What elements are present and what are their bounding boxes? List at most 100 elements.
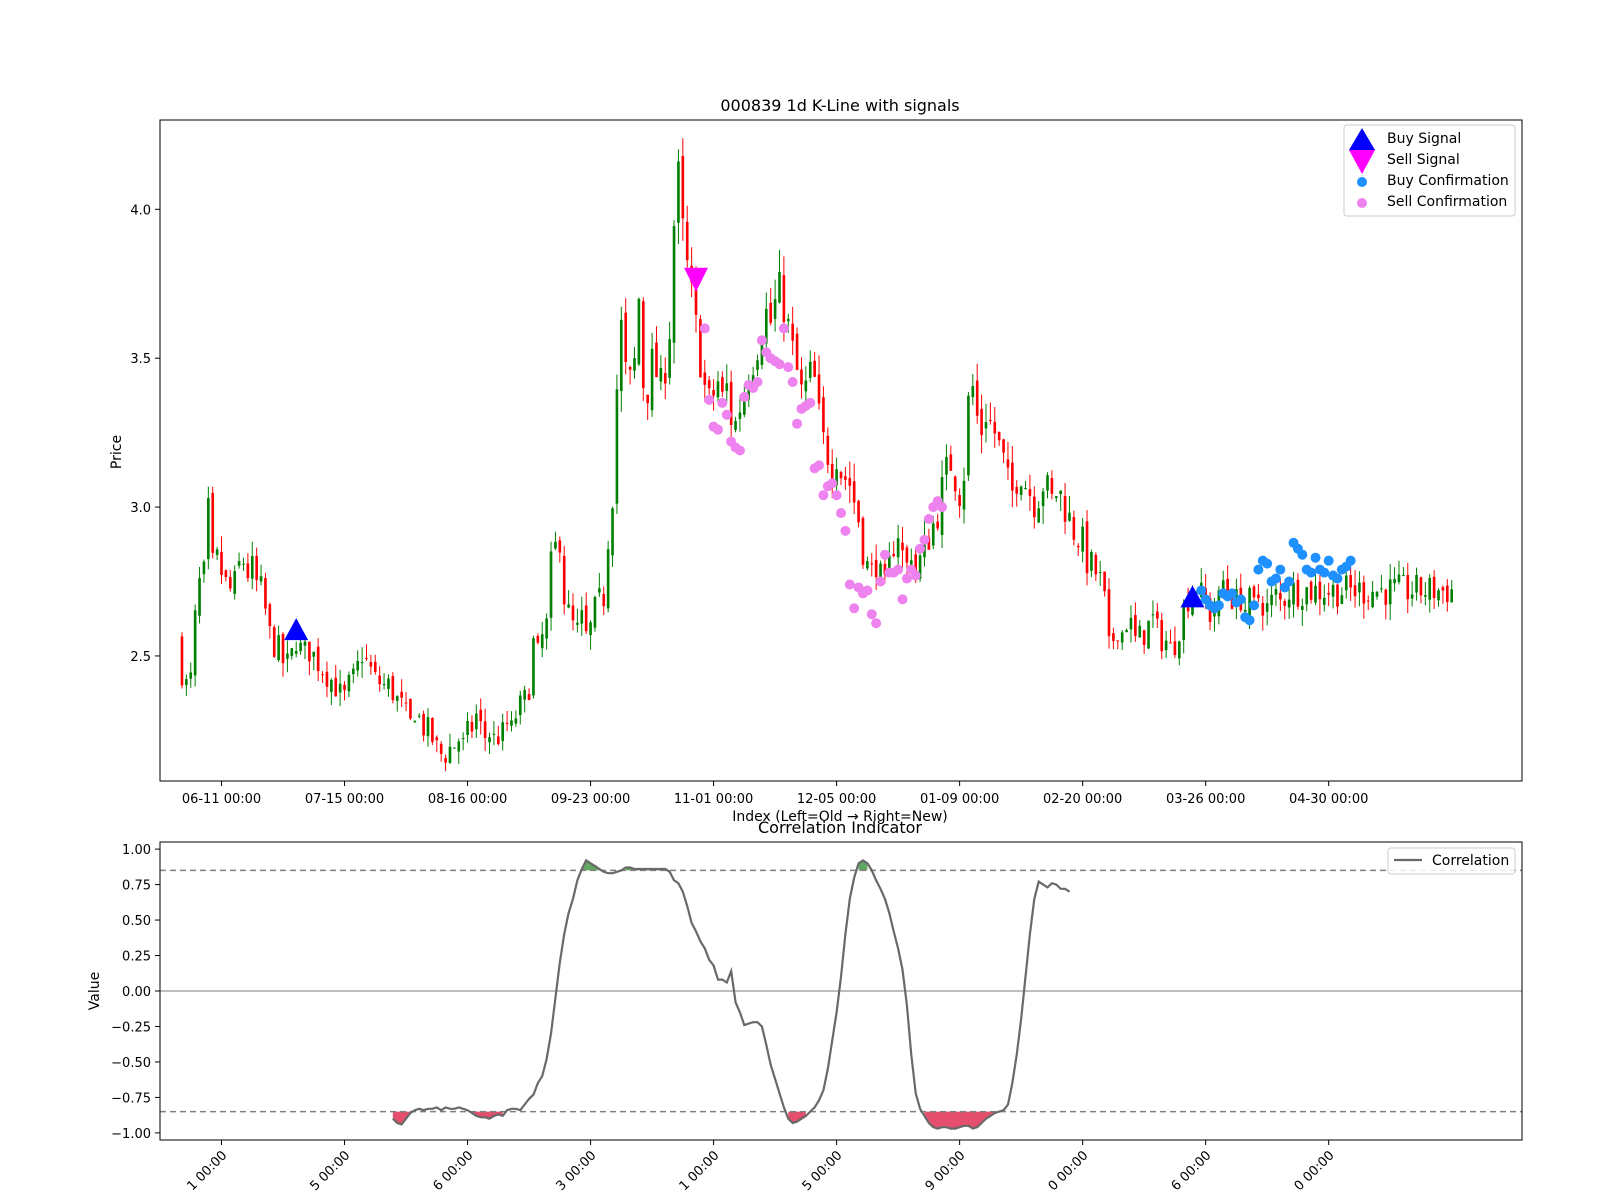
candle-body: [962, 480, 966, 510]
candle: [228, 570, 232, 592]
sell-confirmation-point: [734, 445, 745, 456]
candle-body: [189, 672, 193, 679]
candle: [417, 712, 421, 719]
candle-body: [202, 561, 206, 575]
candle-body: [1265, 603, 1269, 612]
candle-body: [896, 538, 900, 558]
candle-body: [387, 678, 390, 690]
candle-body: [1362, 582, 1366, 604]
candle: [1129, 605, 1133, 643]
candle-body: [211, 492, 215, 553]
kline-plot-frame: [159, 119, 1523, 782]
candle-body: [303, 641, 307, 646]
candle-body: [826, 435, 830, 465]
candle-body: [1125, 630, 1128, 633]
candle: [1050, 470, 1054, 500]
candle: [773, 279, 777, 332]
candle-body: [1107, 589, 1111, 637]
candle-body: [1046, 475, 1049, 491]
candle: [633, 346, 636, 379]
candle-body: [1336, 584, 1339, 607]
candle-body: [536, 635, 540, 643]
candle-body: [505, 722, 509, 724]
buy-confirmation-point: [1227, 588, 1238, 599]
candle: [1419, 576, 1423, 604]
candle-body: [220, 551, 223, 575]
candle: [246, 553, 250, 582]
candle: [699, 314, 702, 378]
candle: [448, 733, 452, 764]
candle: [1063, 483, 1067, 535]
candle: [387, 674, 390, 697]
candle: [483, 708, 487, 751]
candle: [343, 681, 346, 701]
candle: [255, 547, 258, 592]
candle-body: [721, 377, 724, 392]
candle-body: [778, 271, 781, 303]
candle-body: [712, 389, 715, 396]
candle-body: [242, 563, 245, 565]
candle-body: [532, 638, 535, 696]
candle-body: [492, 733, 496, 735]
candle: [409, 698, 412, 721]
candle-body: [549, 551, 553, 618]
candle: [1410, 581, 1414, 607]
candle: [185, 674, 188, 696]
candle-body: [343, 684, 346, 691]
candle: [505, 711, 509, 732]
kline-ylabel: Price: [109, 435, 125, 469]
candle: [1358, 571, 1361, 607]
candle-body: [668, 339, 671, 378]
correlation-ytick-label: 0.00: [122, 985, 151, 1000]
candle: [1182, 599, 1186, 654]
candle: [453, 747, 456, 749]
legend-correlation-label: Correlation: [1432, 853, 1509, 869]
candle: [215, 546, 219, 560]
candle: [1177, 640, 1181, 666]
candle-body: [1279, 592, 1282, 600]
candle: [835, 457, 838, 494]
candle-body: [233, 571, 237, 594]
candle: [967, 392, 970, 481]
correlation-axes: −1.00 −0.75 −0.50 −0.25 0.00 0.25 0.50 0.75 1.00…: [111, 843, 1337, 1194]
candle-body: [598, 588, 601, 593]
sell-confirmation-point: [897, 594, 908, 605]
candle-body: [997, 431, 1001, 441]
legend-sell-signal-label: Sell Signal: [1387, 152, 1460, 168]
candle-body: [1173, 641, 1177, 656]
candle-body: [1164, 640, 1168, 651]
candle-body: [1257, 594, 1260, 599]
candle: [844, 466, 847, 490]
buy-confirmation-point: [1345, 555, 1356, 566]
candle-body: [817, 374, 821, 404]
sell-confirmation-point: [783, 362, 794, 373]
candle-body: [1318, 581, 1322, 600]
candle: [901, 526, 904, 568]
candle: [945, 444, 948, 491]
candle-body: [1410, 594, 1414, 599]
legend-sell-confirmation-marker: [1357, 198, 1367, 208]
candle: [791, 306, 794, 355]
candle: [1046, 472, 1049, 499]
correlation-ytick-label: −0.25: [111, 1020, 151, 1035]
candle-body: [540, 634, 544, 649]
candle: [435, 735, 439, 753]
candle-body: [185, 679, 188, 686]
sell-confirmation-point: [712, 424, 723, 435]
buy-confirmation-point: [1270, 573, 1281, 584]
candle: [637, 297, 641, 367]
candle-body: [663, 373, 667, 384]
candle-body: [479, 709, 483, 722]
candle-body: [874, 559, 878, 577]
candle-body: [685, 221, 689, 261]
candle: [395, 695, 399, 712]
candle: [1112, 627, 1115, 650]
candle-body: [729, 381, 733, 425]
buy-confirmation-point: [1275, 564, 1286, 575]
candle-body: [426, 717, 430, 737]
candle: [1085, 510, 1089, 586]
candle-body: [615, 389, 619, 504]
candle: [650, 332, 654, 417]
buy-confirmation-point: [1284, 576, 1295, 587]
candle: [431, 717, 434, 746]
